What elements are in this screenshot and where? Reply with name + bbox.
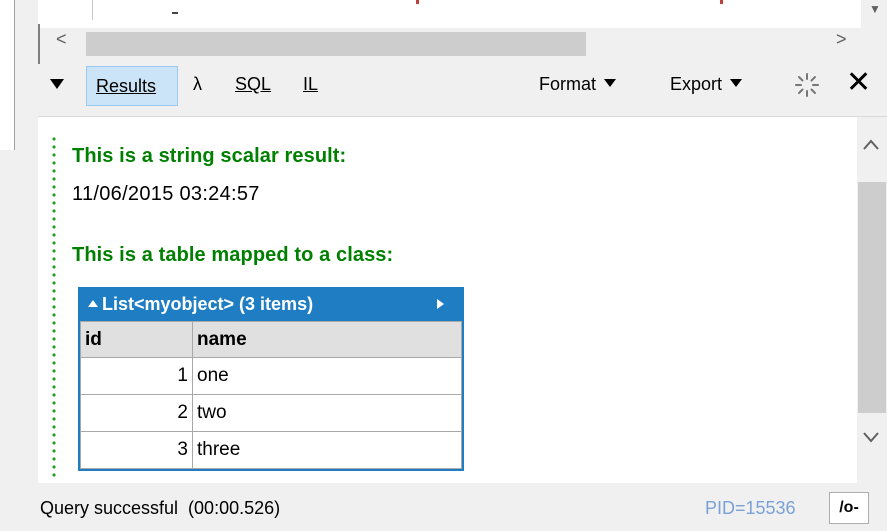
- table-row: 2 two: [80, 394, 462, 432]
- cell-name: three: [192, 431, 462, 469]
- grid-caption-text: List<myobject> (3 items): [102, 294, 314, 314]
- scrollbar-thumb[interactable]: [858, 182, 886, 413]
- chevron-down-icon: ▼: [869, 2, 881, 16]
- export-dropdown[interactable]: Export: [670, 74, 743, 95]
- tab-lambda[interactable]: λ: [193, 74, 202, 95]
- scroll-down-icon[interactable]: [861, 427, 881, 447]
- column-header-name[interactable]: name: [192, 321, 462, 358]
- scroll-up-icon[interactable]: [861, 135, 881, 155]
- optimize-toggle-button[interactable]: /o-: [829, 492, 869, 524]
- result-grid: List<myobject> (3 items) id name 1 one 2…: [78, 287, 464, 471]
- grid-caption[interactable]: List<myobject> (3 items): [80, 289, 462, 321]
- table-heading: This is a table mapped to a class:: [72, 244, 394, 266]
- grid-header-row: id name: [80, 321, 462, 358]
- cell-id: 2: [80, 394, 193, 432]
- results-toolbar: Results λ SQL IL Format Export ✕: [38, 64, 887, 112]
- scalar-heading: This is a string scalar result:: [72, 145, 347, 167]
- code-mark: [416, 0, 419, 4]
- cell-name: two: [192, 394, 462, 432]
- editor-horizontal-scrollbar[interactable]: < >: [38, 24, 862, 64]
- chevron-down-icon: [730, 79, 743, 87]
- tab-il[interactable]: IL: [303, 74, 318, 95]
- results-pane: This is a string scalar result: 11/06/20…: [38, 116, 887, 483]
- tab-il-label: IL: [303, 74, 319, 94]
- scalar-value: 11/06/2015 03:24:57: [72, 183, 260, 205]
- indent-guide: [92, 0, 93, 20]
- editor-scrollbar-down[interactable]: ▼: [861, 0, 887, 28]
- cell-id: 1: [80, 357, 193, 395]
- chevron-down-icon: [604, 79, 617, 87]
- status-message: Query successful (00:00.526): [40, 498, 281, 518]
- expand-right-icon[interactable]: [437, 299, 444, 309]
- tab-sql-label: SQL: [235, 74, 272, 94]
- export-label: Export: [670, 74, 723, 94]
- scroll-right-icon[interactable]: >: [836, 29, 847, 50]
- tab-results[interactable]: Results: [86, 66, 178, 106]
- column-header-id[interactable]: id: [80, 321, 193, 358]
- process-id: PID=15536: [705, 498, 796, 518]
- close-icon[interactable]: ✕: [846, 68, 871, 98]
- scroll-left-icon[interactable]: <: [56, 29, 67, 50]
- grid-table: id name 1 one 2 two 3 three: [80, 321, 462, 469]
- scrollbar-thumb[interactable]: [86, 32, 586, 56]
- output-margin-dots: [52, 135, 56, 479]
- tab-sql[interactable]: SQL: [235, 74, 271, 95]
- table-row: 1 one: [80, 357, 462, 395]
- format-label: Format: [539, 74, 597, 94]
- cell-id: 3: [80, 431, 193, 469]
- cell-name: one: [192, 357, 462, 395]
- table-row: 3 three: [80, 431, 462, 469]
- results-vertical-scrollbar[interactable]: [857, 117, 887, 483]
- code-mark: [720, 0, 723, 4]
- tab-results-label: Results: [96, 76, 157, 96]
- busy-spinner-icon: [794, 72, 820, 105]
- left-panel-edge: [0, 0, 15, 150]
- status-bar: Query successful (00:00.526) PID=15536 /…: [38, 490, 887, 531]
- collapse-grid-icon[interactable]: [88, 300, 98, 307]
- collapse-results-icon[interactable]: [50, 79, 64, 89]
- format-dropdown[interactable]: Format: [539, 74, 617, 95]
- code-glyph: [172, 12, 178, 14]
